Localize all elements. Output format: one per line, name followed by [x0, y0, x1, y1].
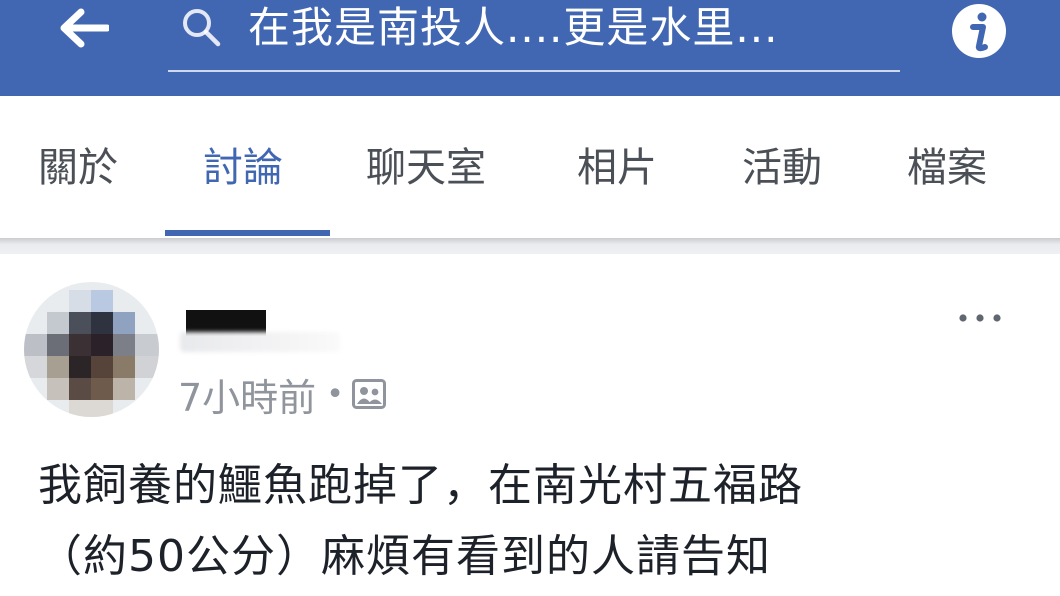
search-bar[interactable]: 在我是南投人....更是水里... [168, 0, 900, 72]
tab-chat-room[interactable]: 聊天室 [366, 140, 486, 196]
active-tab-indicator [165, 230, 330, 236]
post-text-line: （約50公分）麻煩有看到的人請告知 [38, 531, 771, 582]
post-meta: 7小時前 • [178, 366, 386, 422]
tab-discussion[interactable]: 討論 [203, 140, 283, 196]
blurred-author-name [180, 332, 340, 352]
info-button[interactable] [944, 1, 1014, 61]
more-options-icon [959, 314, 1001, 322]
divider [0, 238, 1060, 254]
search-query: 在我是南投人....更是水里... [248, 3, 779, 52]
post-timestamp[interactable]: 7小時前 [178, 367, 316, 422]
tab-about[interactable]: 關於 [38, 140, 118, 196]
post-text-line: 我飼養的鱷魚跑掉了，在南光村五福路 [38, 460, 803, 511]
group-tabs: 關於 討論 聊天室 相片 活動 檔案 [0, 96, 1060, 238]
back-button[interactable] [52, 6, 114, 50]
tab-files[interactable]: 檔案 [907, 140, 987, 196]
group-audience-icon[interactable] [351, 379, 386, 409]
post-card: 7小時前 • 我飼養的鱷魚跑掉了，在南光村五福路 （約50公分）麻煩有看到的人請… [0, 254, 1060, 596]
top-bar: 在我是南投人....更是水里... [0, 0, 1060, 96]
search-icon [183, 9, 221, 47]
post-body: 我飼養的鱷魚跑掉了，在南光村五福路 （約50公分）麻煩有看到的人請告知 [38, 450, 1048, 592]
tab-events[interactable]: 活動 [742, 140, 822, 196]
info-icon [952, 4, 1006, 58]
pixelated-avatar-image [24, 282, 159, 417]
avatar[interactable] [24, 282, 159, 417]
meta-separator: • [326, 376, 344, 412]
tab-photos[interactable]: 相片 [577, 140, 657, 196]
more-options-button[interactable] [950, 298, 1010, 338]
arrow-left-icon [60, 8, 109, 48]
